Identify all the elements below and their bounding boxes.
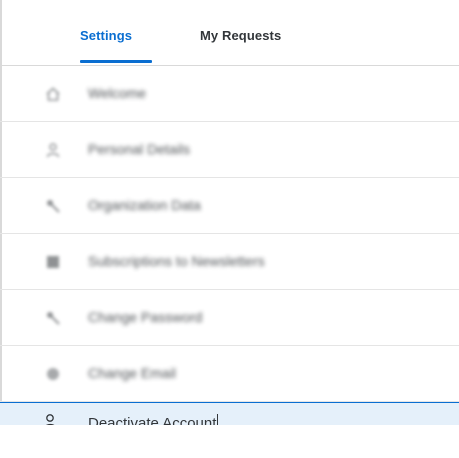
menu-item-change-email[interactable]: Change Email (0, 346, 459, 402)
menu-item-change-password[interactable]: Change Password (0, 290, 459, 346)
tab-my-requests[interactable]: My Requests (200, 28, 281, 43)
menu-item-subscriptions-to-newsletters[interactable]: Subscriptions to Newsletters (0, 234, 459, 290)
home-icon (44, 85, 62, 103)
menu-item-label: Subscriptions to Newsletters (88, 253, 265, 269)
menu-item-welcome[interactable]: Welcome (0, 66, 459, 122)
person-icon (44, 141, 62, 159)
globe-icon (44, 365, 62, 383)
menu-item-label: Change Password (88, 309, 203, 325)
key-icon (44, 309, 62, 327)
menu-item-organization-data[interactable]: Organization Data (0, 178, 459, 234)
menu-item-label: Personal Details (88, 141, 190, 157)
panel-footer-space (0, 425, 459, 458)
settings-panel: Settings My Requests Welcome Personal De… (0, 0, 459, 458)
tab-settings[interactable]: Settings (80, 28, 132, 43)
tab-bar: Settings My Requests (0, 0, 459, 66)
settings-menu: Welcome Personal Details Organization Da… (0, 66, 459, 440)
menu-item-label: Change Email (88, 365, 176, 381)
menu-item-label: Organization Data (88, 197, 201, 213)
newsletter-icon (44, 253, 62, 271)
menu-item-personal-details[interactable]: Personal Details (0, 122, 459, 178)
menu-item-label: Welcome (88, 85, 147, 101)
active-tab-indicator (80, 60, 152, 63)
key-icon (44, 197, 62, 215)
